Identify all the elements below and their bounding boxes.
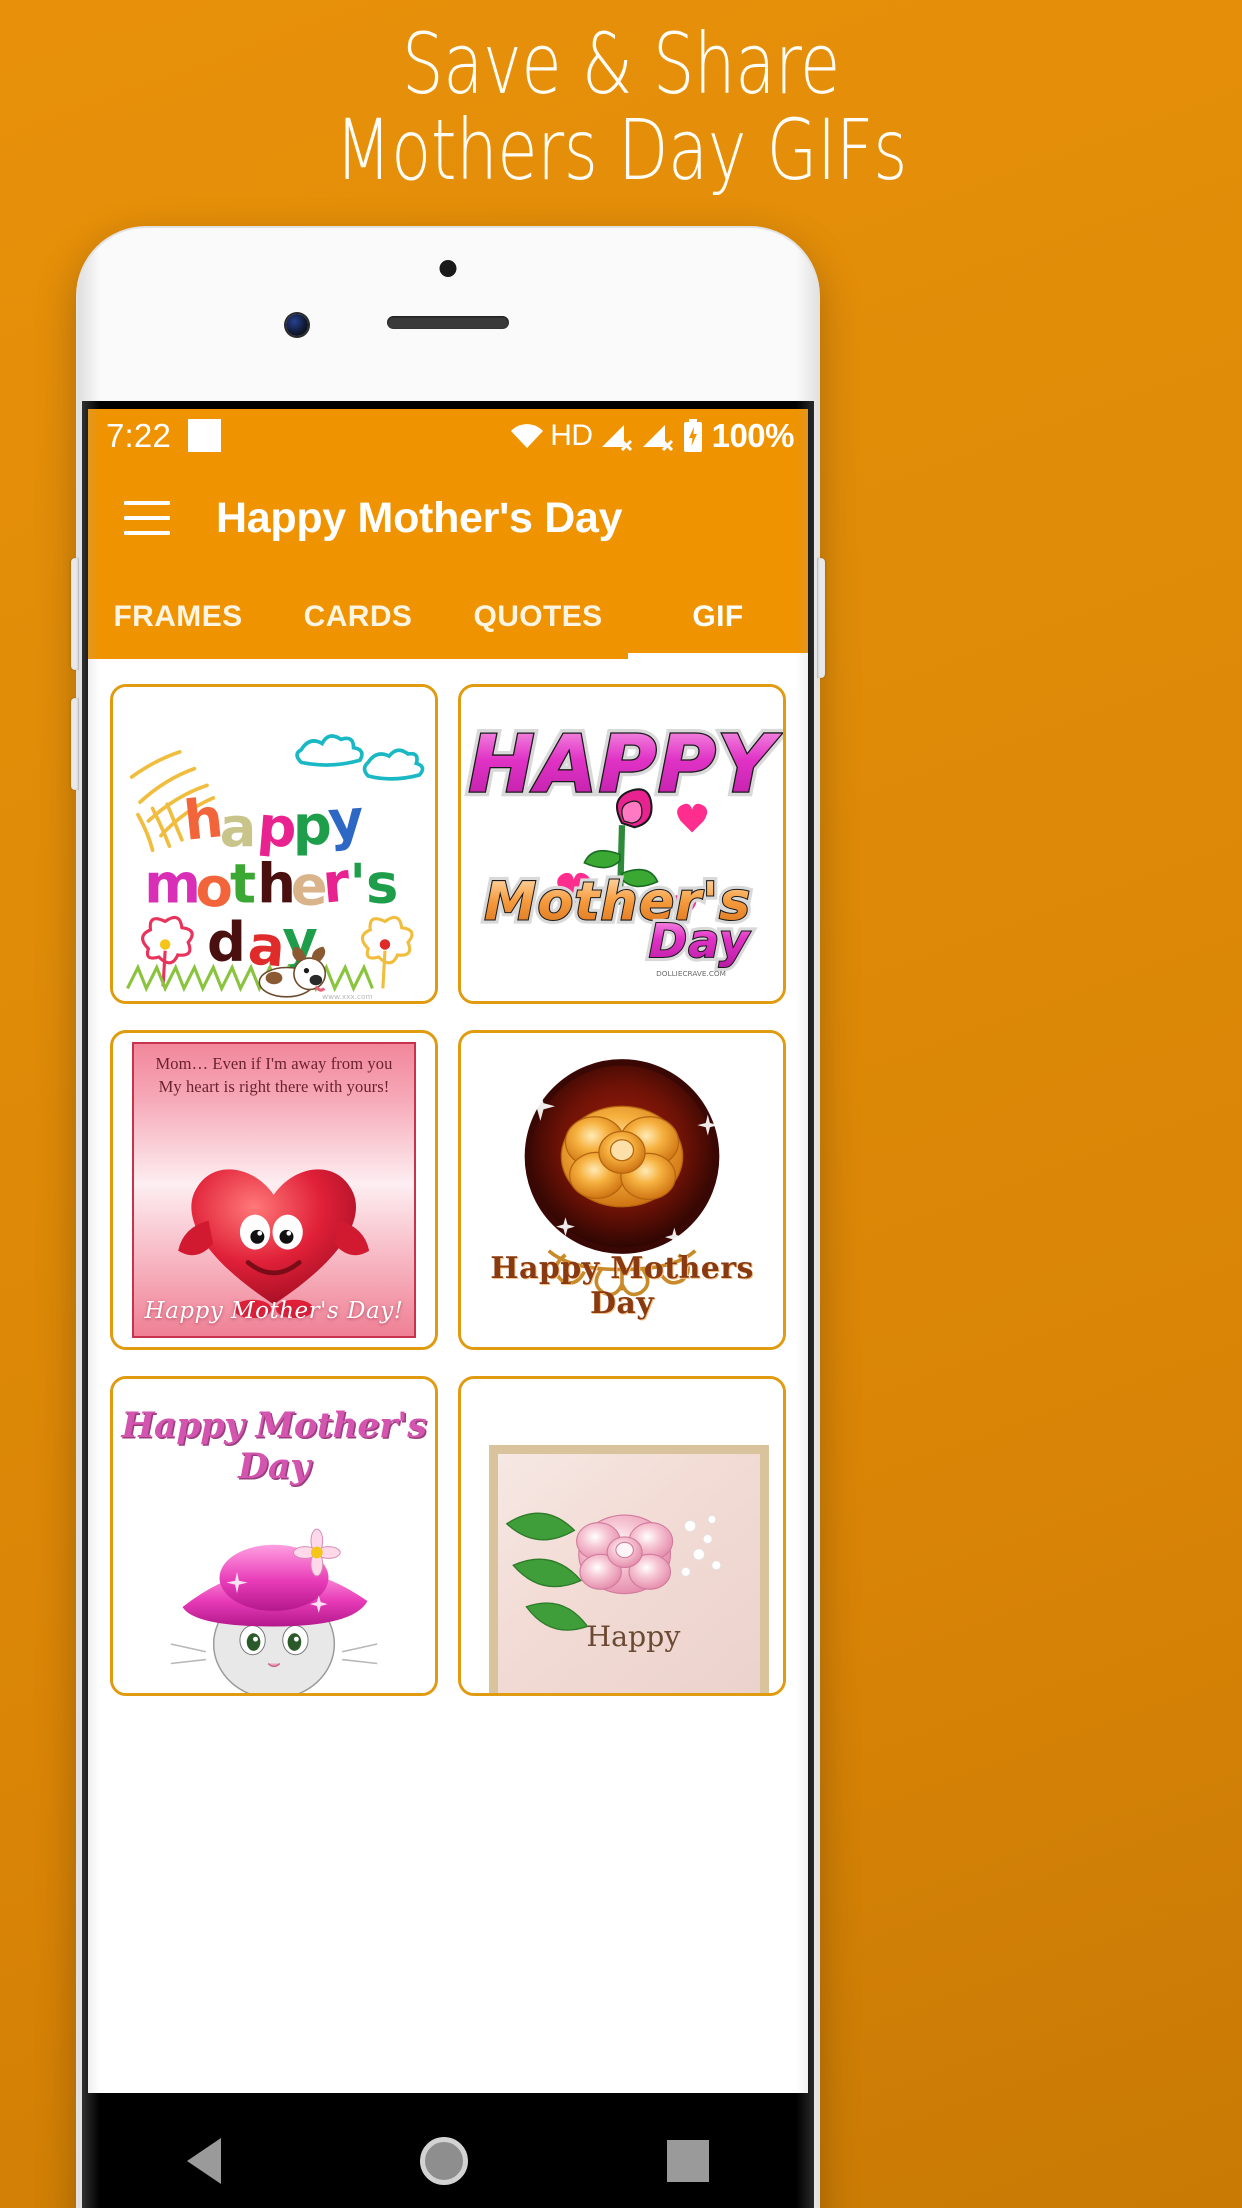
glitter-kitten-illustration: Happy Mother's Day bbox=[113, 1379, 435, 1693]
volume-up-button[interactable] bbox=[71, 558, 79, 670]
battery-percent-label: 100% bbox=[711, 416, 795, 454]
svg-text:m: m bbox=[144, 852, 201, 916]
gif-grid: h a p p y m o t h e r 's d a y www.xxx.c… bbox=[110, 684, 786, 1696]
tab-cards-label: CARDS bbox=[303, 599, 413, 633]
notification-square-icon bbox=[188, 419, 222, 452]
battery-charging-icon bbox=[683, 418, 702, 452]
gif-grid-scroll[interactable]: h a p p y m o t h e r 's d a y www.xxx.c… bbox=[88, 659, 808, 2093]
wifi-icon bbox=[511, 423, 544, 448]
home-circle-icon[interactable] bbox=[419, 2136, 468, 2185]
tab-frames-label: FRAMES bbox=[113, 599, 243, 633]
tab-bar: FRAMES CARDS QUOTES GIF bbox=[88, 574, 808, 659]
back-triangle-icon[interactable] bbox=[187, 2137, 222, 2184]
svg-text:Day: Day bbox=[649, 914, 751, 968]
status-bar: 7:22 HD 100% bbox=[88, 409, 808, 462]
promo-headline: Save & Share Mothers Day GIFs bbox=[137, 15, 1106, 199]
gif-card-3[interactable]: Mom… Even if I'm away from you My heart … bbox=[110, 1030, 438, 1350]
hd-label: HD bbox=[550, 418, 593, 452]
rose-medallion-illustration: Happy Mothers Day bbox=[461, 1033, 783, 1347]
gif-thumbnail-2: HAPPY HAPPY Mother's Mother's Day Day DO… bbox=[461, 687, 783, 1001]
gif-thumbnail-4: Happy Mothers Day bbox=[461, 1033, 783, 1347]
app-bar-title: Happy Mother's Day bbox=[216, 493, 623, 542]
volume-down-button[interactable] bbox=[71, 698, 79, 790]
recents-square-icon[interactable] bbox=[666, 2139, 709, 2182]
gif-card-2[interactable]: HAPPY HAPPY Mother's Mother's Day Day DO… bbox=[458, 684, 786, 1004]
front-camera-icon bbox=[286, 314, 308, 336]
gif-thumbnail-6: Happy bbox=[461, 1379, 783, 1693]
smiling-heart-character-icon bbox=[178, 1169, 370, 1319]
android-navigation-bar bbox=[88, 2093, 808, 2208]
gif-card-6[interactable]: Happy bbox=[458, 1376, 786, 1696]
signal-no-sim-icon-2 bbox=[642, 424, 673, 451]
svg-text:r: r bbox=[320, 849, 352, 915]
tab-cards[interactable]: CARDS bbox=[268, 574, 448, 659]
kitten-in-pink-hat-icon bbox=[170, 1528, 378, 1693]
rose-frame-text: Happy bbox=[586, 1620, 680, 1653]
promo-screenshot: Save & Share Mothers Day GIFs 7:22 HD 10… bbox=[0, 0, 1242, 2208]
status-bar-icons: HD 100% bbox=[509, 416, 795, 455]
gif-thumbnail-3: Mom… Even if I'm away from you My heart … bbox=[113, 1033, 435, 1347]
promo-headline-line-2: Mothers Day GIFs bbox=[335, 100, 907, 199]
gif-watermark-2: DOLLIECRAVE.COM bbox=[656, 969, 726, 978]
gif-card-4[interactable]: Happy Mothers Day bbox=[458, 1030, 786, 1350]
signal-no-sim-icon bbox=[601, 424, 632, 451]
power-button[interactable] bbox=[817, 558, 825, 678]
svg-text:y: y bbox=[326, 786, 366, 852]
rose-photo-frame-illustration: Happy bbox=[461, 1379, 783, 1693]
gif-watermark-1: www.xxx.com bbox=[322, 992, 373, 1001]
heart-card-bottom-text: Happy Mother's Day! bbox=[144, 1297, 404, 1324]
tab-quotes-label: QUOTES bbox=[473, 599, 603, 633]
heart-card-line-1: Mom… Even if I'm away from you bbox=[155, 1054, 393, 1074]
tab-quotes[interactable]: QUOTES bbox=[448, 574, 628, 659]
app-bar: Happy Mother's Day bbox=[88, 462, 808, 574]
earpiece-speaker bbox=[387, 316, 509, 329]
svg-text:a: a bbox=[220, 795, 257, 859]
rose-medallion-text: Happy Mothers Day bbox=[490, 1251, 754, 1321]
glitter-happy-mothers-day-illustration: HAPPY HAPPY Mother's Mother's Day Day DO… bbox=[461, 687, 783, 1001]
svg-text:t: t bbox=[230, 852, 256, 916]
status-bar-time: 7:22 bbox=[106, 416, 172, 454]
promo-headline-line-1: Save & Share bbox=[402, 15, 840, 113]
proximity-sensor-icon bbox=[439, 260, 457, 277]
phone-screen: 7:22 HD 100% Happy Mother's Day FRAMES C… bbox=[88, 409, 808, 2208]
svg-text:'s: 's bbox=[349, 852, 398, 916]
gif-card-5[interactable]: Happy Mother's Day bbox=[110, 1376, 438, 1696]
gif-thumbnail-1: h a p p y m o t h e r 's d a y www.xxx.c… bbox=[113, 687, 435, 1001]
heart-card-line-2: My heart is right there with yours! bbox=[158, 1076, 390, 1096]
hand-drawn-mothers-day-illustration: h a p p y m o t h e r 's d a y www.xxx.c… bbox=[113, 687, 435, 1001]
heart-card-top-text: Mom… Even if I'm away from you My heart … bbox=[134, 1053, 413, 1098]
hamburger-menu-icon[interactable] bbox=[124, 501, 170, 535]
svg-text:d: d bbox=[207, 910, 246, 974]
heart-greeting-card: Mom… Even if I'm away from you My heart … bbox=[132, 1042, 416, 1338]
tab-gif-label: GIF bbox=[692, 599, 744, 633]
gif-thumbnail-5: Happy Mother's Day bbox=[113, 1379, 435, 1693]
gold-photo-frame: Happy bbox=[489, 1445, 769, 1693]
phone-mockup: 7:22 HD 100% Happy Mother's Day FRAMES C… bbox=[71, 228, 825, 2208]
kitten-card-text: Happy Mother's Day bbox=[121, 1405, 427, 1487]
tab-gif[interactable]: GIF bbox=[628, 574, 808, 659]
tab-frames[interactable]: FRAMES bbox=[88, 574, 268, 659]
gif-card-1[interactable]: h a p p y m o t h e r 's d a y www.xxx.c… bbox=[110, 684, 438, 1004]
